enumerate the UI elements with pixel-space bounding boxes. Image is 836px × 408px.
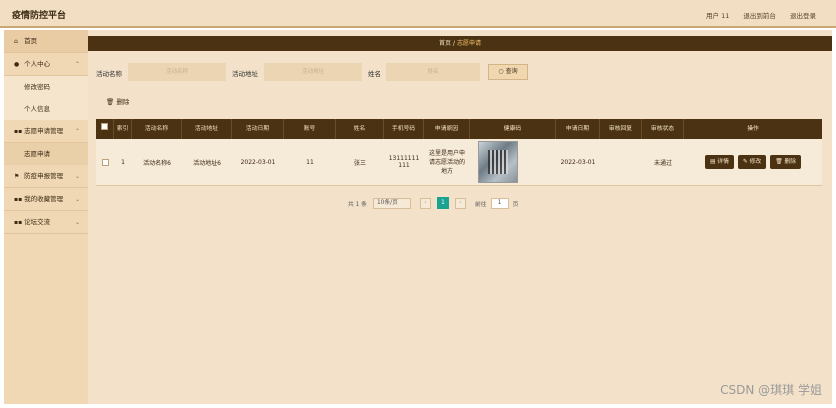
cell-index: 1 [121,158,125,166]
col-header: 审核回复 [600,119,642,139]
chevron-up-icon: ⌃ [74,128,80,135]
top-links: 用户 11 退出到前台 退出登录 [694,10,816,20]
app-title: 疫情防控平台 [12,11,67,21]
pager-total: 共 1 条 [348,201,367,208]
row-checkbox[interactable] [96,139,114,185]
goto-label: 前往 [474,201,487,208]
col-header: 姓名 [336,119,384,139]
page-size-select[interactable]: 10条/页 [372,197,411,209]
pencil-icon: ✎ [742,159,748,165]
col-header: 申请日期 [556,119,600,139]
main-panel: 首页 / 志愿申请 活动名称 活动名称 活动地址 活动地址 姓名 姓名 ○ 查询… [88,30,832,404]
name-label: 姓名 [368,70,381,78]
cell-activity-addr: 活动地址6 [193,159,221,167]
col-header: 操作 [747,126,759,132]
pagination: 共 1 条 10条/页 ‹ 1 › 前往 1 页 [348,197,518,209]
delete-button[interactable]: 🗑 删除 [770,155,802,169]
col-header: 活动名称 [132,119,182,139]
flag-icon: ⚑ [14,173,20,180]
current-user: 用户 11 [706,12,730,20]
doc-icon: ▤ [709,159,716,165]
search-icon: ○ [498,68,504,75]
sidebar-item-label: 个人中心 [24,60,51,68]
sidebar-item-home[interactable]: ⌂ 首页 [4,30,88,53]
cell-reason: 这里是用户申请志愿活动的地方 [428,149,465,175]
back-to-frontend-link[interactable]: 退出到前台 [743,12,776,20]
col-header: 账号 [284,119,336,139]
breadcrumb-separator: / [452,40,456,47]
sidebar-subitem-change-password[interactable]: 修改密码 [4,76,88,98]
select-all-checkbox[interactable] [96,119,114,139]
cell-reply [600,139,642,185]
breadcrumb-home[interactable]: 首页 [439,40,451,47]
sidebar-item-label: 志愿申请管理 [24,127,64,135]
cell-account: 11 [306,158,314,166]
sidebar-item-label: 防疫申报管理 [24,172,64,180]
edit-button[interactable]: ✎ 修改 [737,155,767,169]
search-bar: 活动名称 活动名称 活动地址 活动地址 姓名 姓名 ○ 查询 [88,63,832,83]
sidebar-subitem-volunteer-apply[interactable]: 志愿申请 [4,143,88,165]
chevron-down-icon: ⌄ [74,196,80,203]
cell-apply-date: 2022-03-01 [560,158,596,166]
user-icon: ● [14,61,20,68]
health-code-image[interactable] [478,141,518,183]
sidebar-item-epidemic-report[interactable]: ⚑ 防疫申报管理 ⌄ [4,165,88,188]
sidebar-item-volunteer-management[interactable]: ▪▪ 志愿申请管理 ⌃ [4,120,88,143]
cell-status: 未通过 [653,159,672,167]
chevron-down-icon: ⌄ [74,219,80,226]
col-header: 索引 [114,119,132,139]
cell-actions: ▤ 详情 ✎ 修改 🗑 删除 [684,139,822,185]
breadcrumb: 首页 / 志愿申请 [88,36,832,51]
sidebar-item-label: 我的收藏管理 [24,195,64,203]
activity-name-input[interactable]: 活动名称 [128,63,226,81]
col-header: 活动日期 [232,119,284,139]
page-number-current[interactable]: 1 [436,197,449,209]
cell-health-code [470,139,556,185]
detail-button[interactable]: ▤ 详情 [704,155,734,169]
batch-delete-button[interactable]: 🗑 删除 [106,96,129,106]
sidebar-subitem-personal-info[interactable]: 个人信息 [4,98,88,120]
sidebar-item-favorites[interactable]: ▪▪ 我的收藏管理 ⌄ [4,188,88,211]
cell-name: 张三 [353,159,366,167]
breadcrumb-current: 志愿申请 [456,40,481,47]
grid-icon: ▪▪ [14,219,23,226]
table-header: 索引 活动名称 活动地址 活动日期 账号 姓名 手机号码 申请原因 健康码 申请… [96,119,822,139]
name-input[interactable]: 姓名 [386,63,480,81]
next-page-button[interactable]: › [454,197,466,209]
data-table: 索引 活动名称 活动地址 活动日期 账号 姓名 手机号码 申请原因 健康码 申请… [96,119,822,186]
search-button[interactable]: ○ 查询 [488,64,528,80]
cell-phone: 13111111111 [388,155,420,169]
cell-activity-name: 活动名称6 [143,159,171,167]
cell-activity-date: 2022-03-01 [240,158,276,166]
col-header: 手机号码 [384,119,424,139]
activity-addr-input[interactable]: 活动地址 [264,63,362,81]
trash-icon: 🗑 [106,98,115,106]
goto-page-input[interactable]: 1 [490,197,509,209]
sidebar: ⌂ 首页 ● 个人中心 ⌃ 修改密码 个人信息 ▪▪ 志愿申请管理 ⌃ 志愿申请… [4,30,88,404]
col-header: 健康码 [470,119,556,139]
sidebar-item-personal-center[interactable]: ● 个人中心 ⌃ [4,53,88,76]
trash-icon: 🗑 [775,159,783,165]
chevron-down-icon: ⌄ [74,173,80,180]
col-header: 活动地址 [182,119,232,139]
col-header: 申请原因 [424,119,470,139]
prev-page-button[interactable]: ‹ [419,197,431,209]
sidebar-item-forum[interactable]: ▪▪ 论坛交流 ⌄ [4,211,88,234]
sidebar-item-label: 论坛交流 [24,218,51,226]
top-bar: 疫情防控平台 用户 11 退出到前台 退出登录 [0,0,836,28]
page-unit-label: 页 [512,201,519,208]
col-header: 审核状态 [642,119,684,139]
activity-addr-label: 活动地址 [232,70,258,78]
chevron-up-icon: ⌃ [74,61,80,68]
table-row: 1 活动名称6 活动地址6 2022-03-01 11 张三 131111111… [96,139,822,186]
activity-name-label: 活动名称 [96,70,122,78]
grid-icon: ▪▪ [14,128,23,135]
home-icon: ⌂ [14,38,18,45]
grid-icon: ▪▪ [14,196,23,203]
logout-link[interactable]: 退出登录 [790,12,816,20]
sidebar-item-label: 首页 [24,37,38,45]
watermark: CSDN @琪琪 学姐 [720,383,822,397]
